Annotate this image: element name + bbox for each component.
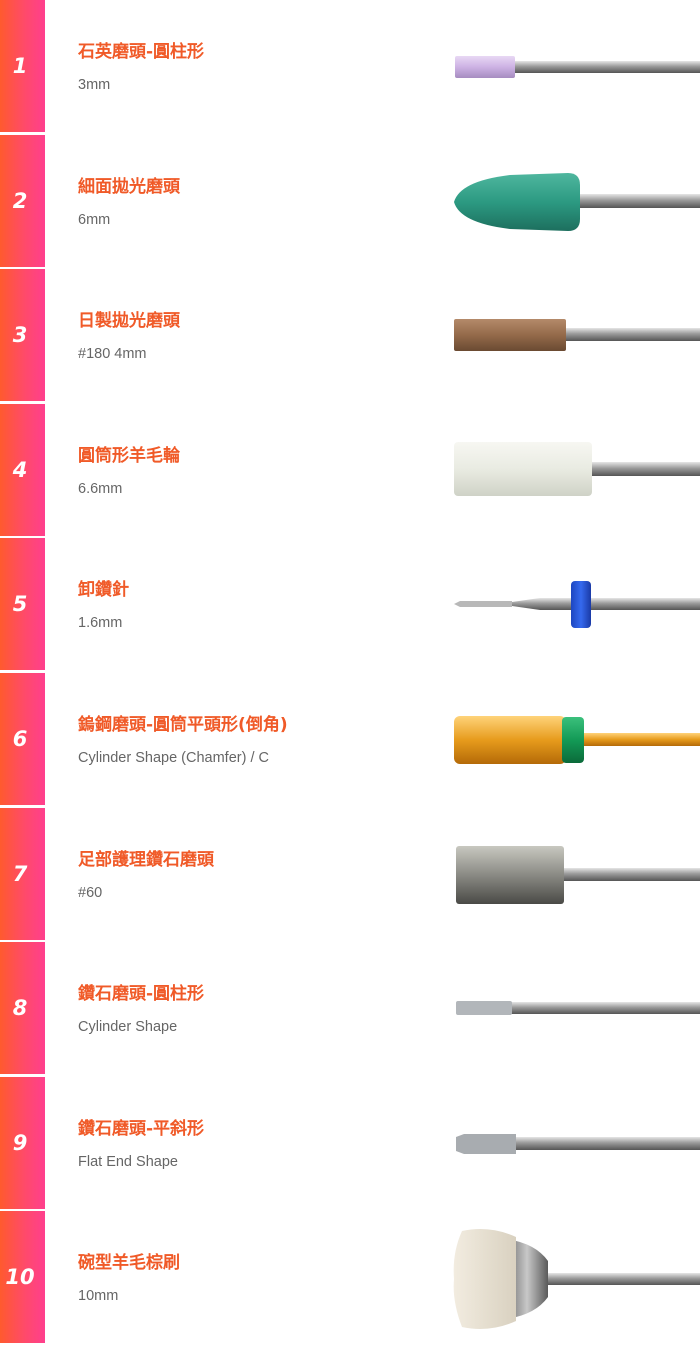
item-number: 6 bbox=[12, 727, 28, 751]
item-spec: 6.6mm bbox=[78, 480, 123, 497]
item-spec: Flat End Shape bbox=[78, 1153, 178, 1170]
item-spec: #180 4mm bbox=[78, 346, 147, 363]
list-item: 2 細面拋光磨頭 6mm bbox=[0, 134, 700, 270]
number-badge: 7 bbox=[0, 807, 45, 941]
list-item: 10 碗型羊毛棕刷 10mm bbox=[0, 1211, 700, 1346]
number-badge: 4 bbox=[0, 403, 45, 537]
item-title: 圓筒形羊毛輪 bbox=[78, 445, 180, 466]
item-title: 日製拋光磨頭 bbox=[78, 311, 180, 332]
list-item: 1 石英磨頭-圓柱形 3mm bbox=[0, 0, 700, 135]
item-spec: 3mm bbox=[78, 77, 111, 93]
diamond-cylinder-bit-icon bbox=[440, 942, 700, 1075]
item-title: 鎢鋼磨頭-圓筒平頭形(倒角) bbox=[78, 715, 288, 735]
number-badge: 1 bbox=[0, 0, 45, 133]
carbide-cylinder-bit-icon bbox=[440, 673, 700, 806]
item-number: 4 bbox=[12, 457, 28, 482]
wool-cylinder-wheel-icon bbox=[440, 404, 700, 537]
item-title: 細面拋光磨頭 bbox=[78, 176, 180, 197]
item-number: 5 bbox=[12, 592, 28, 617]
number-badge: 2 bbox=[0, 134, 45, 268]
item-number: 8 bbox=[12, 996, 28, 1021]
item-title: 卸鑽針 bbox=[78, 580, 129, 601]
item-number: 1 bbox=[12, 54, 28, 78]
item-title: 碗型羊毛棕刷 bbox=[78, 1253, 180, 1274]
list-item: 8 鑽石磨頭-圓柱形 Cylinder Shape bbox=[0, 942, 700, 1077]
number-badge: 8 bbox=[0, 942, 45, 1076]
number-badge: 5 bbox=[0, 538, 45, 672]
item-spec: 1.6mm bbox=[78, 615, 123, 632]
number-badge: 3 bbox=[0, 269, 45, 403]
item-spec: #60 bbox=[78, 884, 103, 901]
list-item: 6 鎢鋼磨頭-圓筒平頭形(倒角) Cylinder Shape (Chamfer… bbox=[0, 673, 700, 808]
item-title: 足部護理鑽石磨頭 bbox=[78, 849, 214, 870]
item-title: 鑽石磨頭-圓柱形 bbox=[78, 984, 205, 1005]
item-title: 鑽石磨頭-平斜形 bbox=[78, 1118, 205, 1139]
item-spec: 6mm bbox=[78, 211, 111, 228]
list-item: 4 圓筒形羊毛輪 6.6mm bbox=[0, 403, 700, 539]
item-title: 石英磨頭-圓柱形 bbox=[78, 42, 205, 62]
number-badge: 6 bbox=[0, 673, 45, 806]
foot-care-diamond-bit-icon bbox=[440, 808, 700, 941]
bowl-wool-brush-icon bbox=[440, 1211, 700, 1344]
japanese-polishing-bit-icon bbox=[440, 269, 700, 402]
item-spec: Cylinder Shape (Chamfer) / C bbox=[78, 750, 269, 766]
list-item: 9 鑽石磨頭-平斜形 Flat End Shape bbox=[0, 1076, 700, 1212]
list-item: 3 日製拋光磨頭 #180 4mm bbox=[0, 269, 700, 404]
quartz-cylinder-bit-icon bbox=[440, 0, 700, 133]
removal-drill-bit-icon bbox=[440, 538, 700, 671]
diamond-flat-end-bit-icon bbox=[440, 1077, 700, 1210]
item-number: 7 bbox=[12, 861, 28, 886]
product-list: 1 石英磨頭-圓柱形 3mm 2 細面拋光磨頭 6mm 3 日製拋光磨頭 #18… bbox=[0, 0, 700, 1346]
item-spec: 10mm bbox=[78, 1288, 119, 1305]
item-number: 3 bbox=[12, 323, 28, 348]
item-spec: Cylinder Shape bbox=[78, 1019, 178, 1036]
item-number: 2 bbox=[12, 188, 28, 213]
fine-polishing-cone-bit-icon bbox=[440, 135, 700, 268]
number-badge: 9 bbox=[0, 1076, 45, 1210]
number-badge: 10 bbox=[0, 1211, 45, 1345]
list-item: 7 足部護理鑽石磨頭 #60 bbox=[0, 807, 700, 943]
item-number: 10 bbox=[5, 1265, 35, 1290]
item-number: 9 bbox=[12, 1130, 28, 1155]
list-item: 5 卸鑽針 1.6mm bbox=[0, 538, 700, 673]
